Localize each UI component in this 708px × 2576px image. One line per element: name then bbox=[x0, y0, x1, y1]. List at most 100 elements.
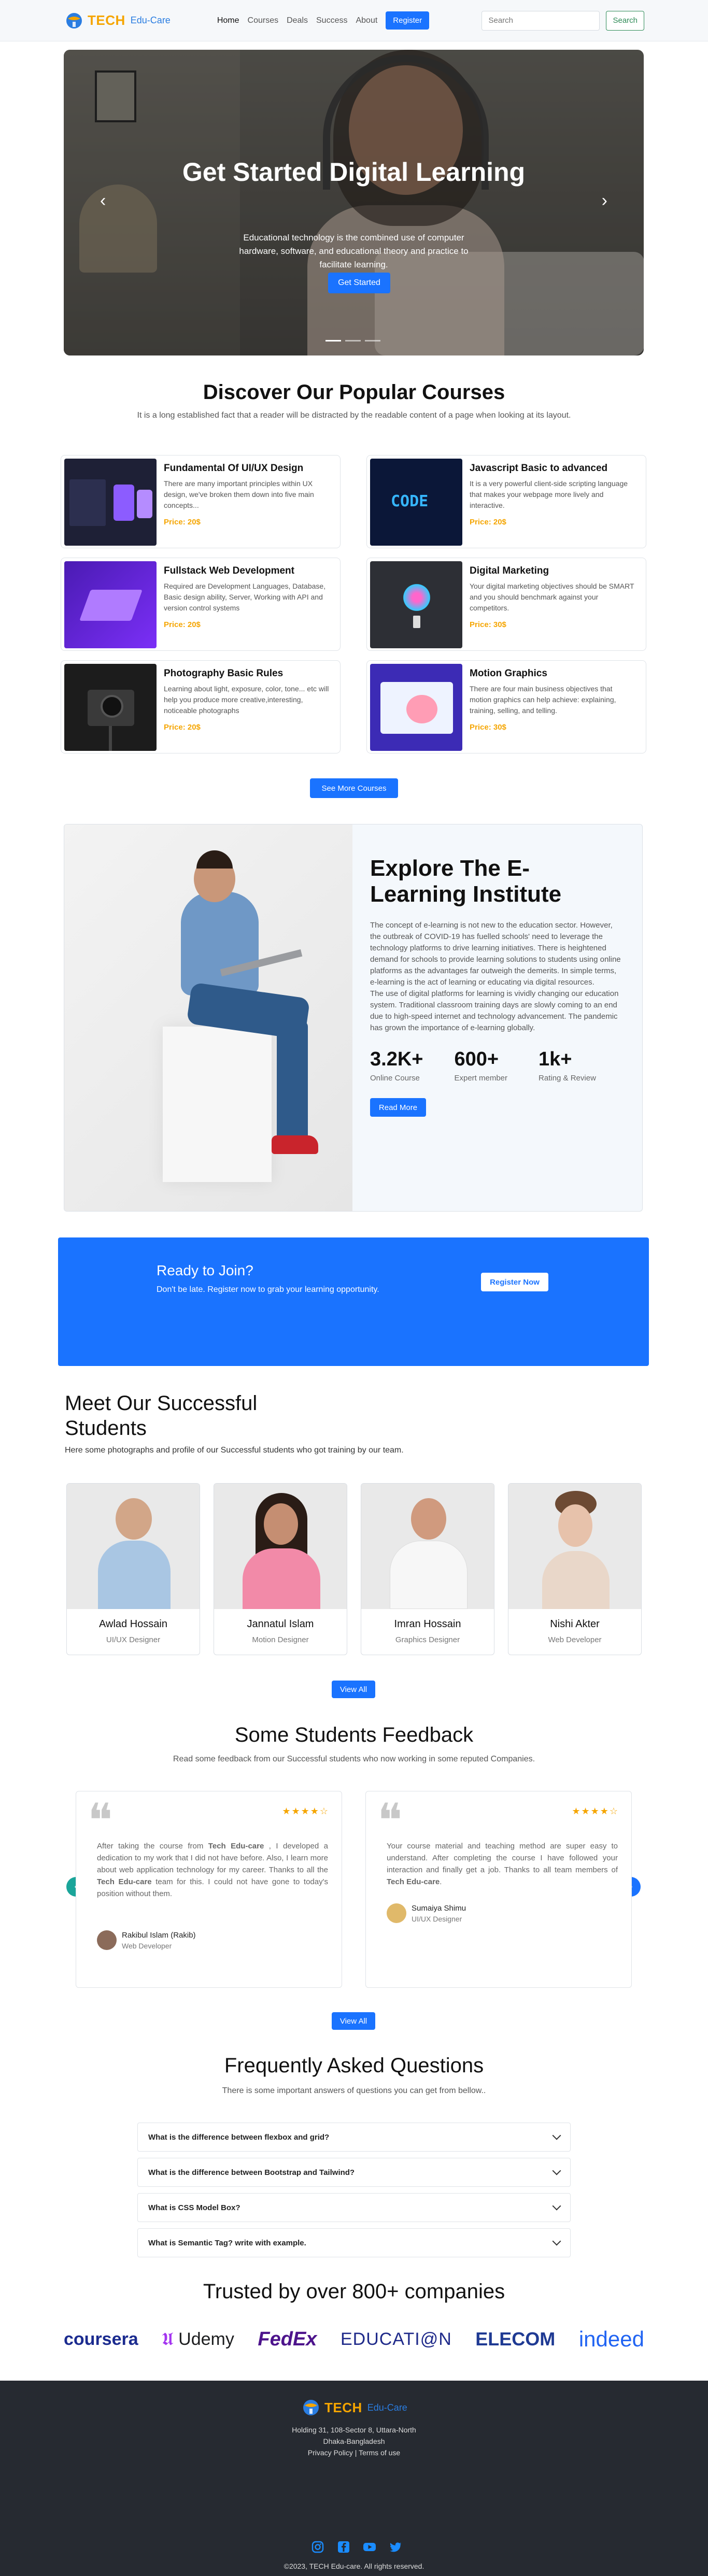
stat-item: 600+ Expert member bbox=[454, 1048, 507, 1083]
feedback-brand: Tech Edu-care bbox=[387, 1877, 440, 1886]
student-name: Nishi Akter bbox=[550, 1618, 600, 1630]
course-card[interactable]: Photography Basic Rules Learning about l… bbox=[61, 660, 341, 753]
hero-overlay bbox=[64, 50, 644, 355]
nav-deals[interactable]: Deals bbox=[287, 16, 308, 25]
carousel-dot-2[interactable] bbox=[345, 340, 361, 341]
faq-item[interactable]: What is the difference between flexbox a… bbox=[137, 2123, 571, 2152]
courses-title: Discover Our Popular Courses bbox=[203, 381, 505, 404]
student-photo bbox=[508, 1484, 641, 1609]
course-thumb-motion bbox=[370, 664, 462, 751]
stat-label: Rating & Review bbox=[539, 1074, 596, 1083]
ready-text: Don't be late. Register now to grab your… bbox=[157, 1285, 379, 1294]
footer-policy-links[interactable]: Privacy Policy | Terms of use bbox=[0, 2447, 708, 2458]
faq-subtitle: There is some important answers of quest… bbox=[222, 2086, 486, 2095]
stat-item: 3.2K+ Online Course bbox=[370, 1048, 423, 1083]
hero-title: Get Started Digital Learning bbox=[182, 158, 526, 187]
logo[interactable]: TECH Edu-Care bbox=[64, 10, 171, 31]
author-name: Rakibul Islam (Rakib) bbox=[122, 1930, 196, 1940]
search-form: Search bbox=[482, 10, 644, 31]
elearning-text-2: The use of digital platforms for learnin… bbox=[370, 989, 619, 1032]
elearning-section: Explore The E-Learning Institute The con… bbox=[64, 824, 643, 1212]
student-card[interactable]: Nishi Akter Web Developer bbox=[508, 1483, 642, 1655]
logo-text: TECH bbox=[88, 12, 125, 28]
facebook-icon[interactable] bbox=[337, 2540, 350, 2554]
stat-item: 1k+ Rating & Review bbox=[539, 1048, 596, 1083]
feedback-brand: Tech Edu-care bbox=[208, 1842, 264, 1851]
student-card[interactable]: Imran Hossain Graphics Designer bbox=[361, 1483, 494, 1655]
student-photo bbox=[361, 1484, 494, 1609]
chevron-down-icon bbox=[552, 2131, 561, 2140]
get-started-button[interactable]: Get Started bbox=[328, 273, 390, 293]
faq-question: What is the difference between flexbox a… bbox=[148, 2132, 330, 2142]
copyright: ©2023, TECH Edu-care. All rights reserve… bbox=[284, 2562, 424, 2570]
students-title: Meet Our Successful Students bbox=[65, 1392, 258, 1440]
chevron-down-icon bbox=[552, 2201, 561, 2211]
stat-label: Online Course bbox=[370, 1074, 420, 1083]
coursera-logo: coursera bbox=[64, 2329, 138, 2349]
carousel-prev-icon[interactable]: ‹ bbox=[100, 191, 106, 211]
search-input[interactable] bbox=[482, 10, 600, 31]
course-price: Price: 20$ bbox=[164, 620, 201, 629]
carousel-dot-1[interactable] bbox=[325, 340, 341, 341]
udemy-logo-text: Udemy bbox=[178, 2329, 234, 2349]
education-logo: EDUCATI@N bbox=[340, 2329, 452, 2349]
student-card[interactable]: Jannatul Islam Motion Designer bbox=[214, 1483, 347, 1655]
see-more-courses-button[interactable]: See More Courses bbox=[310, 778, 398, 798]
course-title: Digital Marketing bbox=[470, 565, 549, 576]
quote-icon: ❝ bbox=[88, 1794, 113, 1848]
youtube-icon[interactable] bbox=[363, 2540, 376, 2554]
avatar bbox=[97, 1930, 117, 1950]
twitter-icon[interactable] bbox=[389, 2540, 402, 2554]
instagram-icon[interactable] bbox=[311, 2540, 324, 2554]
stats-row: 3.2K+ Online Course 600+ Expert member 1… bbox=[370, 1048, 624, 1083]
course-desc: There are four main business objectives … bbox=[470, 685, 616, 715]
faq-question: What is CSS Model Box? bbox=[148, 2203, 240, 2212]
carousel-dot-3[interactable] bbox=[365, 340, 380, 341]
faq-item[interactable]: What is CSS Model Box? bbox=[137, 2193, 571, 2222]
course-thumb-photography bbox=[64, 664, 157, 751]
search-button[interactable]: Search bbox=[606, 10, 644, 31]
register-button[interactable]: Register bbox=[386, 11, 430, 30]
logo-text: TECH bbox=[324, 2399, 362, 2415]
stat-number: 3.2K+ bbox=[370, 1048, 423, 1070]
student-role: Web Developer bbox=[548, 1635, 602, 1644]
course-card[interactable]: Fundamental Of UI/UX Design There are ma… bbox=[61, 455, 341, 548]
course-info: Motion Graphics There are four main busi… bbox=[462, 664, 643, 750]
course-card[interactable]: Fullstack Web Development Required are D… bbox=[61, 558, 341, 651]
course-price: Price: 20$ bbox=[164, 518, 201, 526]
faq-item[interactable]: What is the difference between Bootstrap… bbox=[137, 2158, 571, 2187]
nav-about[interactable]: About bbox=[356, 16, 377, 25]
logo-subtext: Edu-Care bbox=[130, 15, 171, 25]
footer-address: Holding 31, 108-Sector 8, Uttara-North bbox=[292, 2426, 416, 2434]
logo-globe-icon bbox=[66, 12, 82, 29]
footer-logo[interactable]: TECH Edu-Care bbox=[301, 2397, 407, 2418]
course-price: Price: 20$ bbox=[470, 518, 506, 526]
faq-question: What is Semantic Tag? write with example… bbox=[148, 2238, 306, 2247]
view-all-students-button[interactable]: View All bbox=[332, 1681, 375, 1698]
nav-courses[interactable]: Courses bbox=[248, 16, 279, 25]
register-now-button[interactable]: Register Now bbox=[481, 1273, 548, 1291]
carousel-next-icon[interactable]: › bbox=[602, 191, 607, 211]
courses-subtitle: It is a long established fact that a rea… bbox=[137, 411, 571, 420]
course-title: Motion Graphics bbox=[470, 668, 547, 679]
nav-success[interactable]: Success bbox=[316, 16, 347, 25]
feedback-card: ❝ ★★★★☆ Your course material and teachin… bbox=[365, 1791, 632, 1988]
course-title: Fundamental Of UI/UX Design bbox=[164, 463, 304, 474]
ready-title: Ready to Join? bbox=[157, 1262, 253, 1278]
student-card[interactable]: Awlad Hossain UI/UX Designer bbox=[66, 1483, 200, 1655]
elearning-photo bbox=[64, 824, 352, 1211]
view-all-feedback-button[interactable]: View All bbox=[332, 2012, 375, 2030]
footer: TECH Edu-Care Holding 31, 108-Sector 8, … bbox=[0, 2381, 708, 2576]
student-photo bbox=[67, 1484, 200, 1609]
footer-city: Dhaka-Bangladesh bbox=[323, 2437, 385, 2445]
nav-home[interactable]: Home bbox=[217, 16, 239, 25]
course-card[interactable]: Motion Graphics There are four main busi… bbox=[366, 660, 646, 753]
course-title: Javascript Basic to advanced bbox=[470, 463, 608, 474]
faq-item[interactable]: What is Semantic Tag? write with example… bbox=[137, 2228, 571, 2257]
read-more-button[interactable]: Read More bbox=[370, 1098, 426, 1117]
feedback-text: Your course material and teaching method… bbox=[387, 1840, 618, 1888]
avatar bbox=[387, 1903, 406, 1923]
course-info: Digital Marketing Your digital marketing… bbox=[462, 561, 643, 647]
course-card[interactable]: CODE Javascript Basic to advanced It is … bbox=[366, 455, 646, 548]
course-card[interactable]: Digital Marketing Your digital marketing… bbox=[366, 558, 646, 651]
